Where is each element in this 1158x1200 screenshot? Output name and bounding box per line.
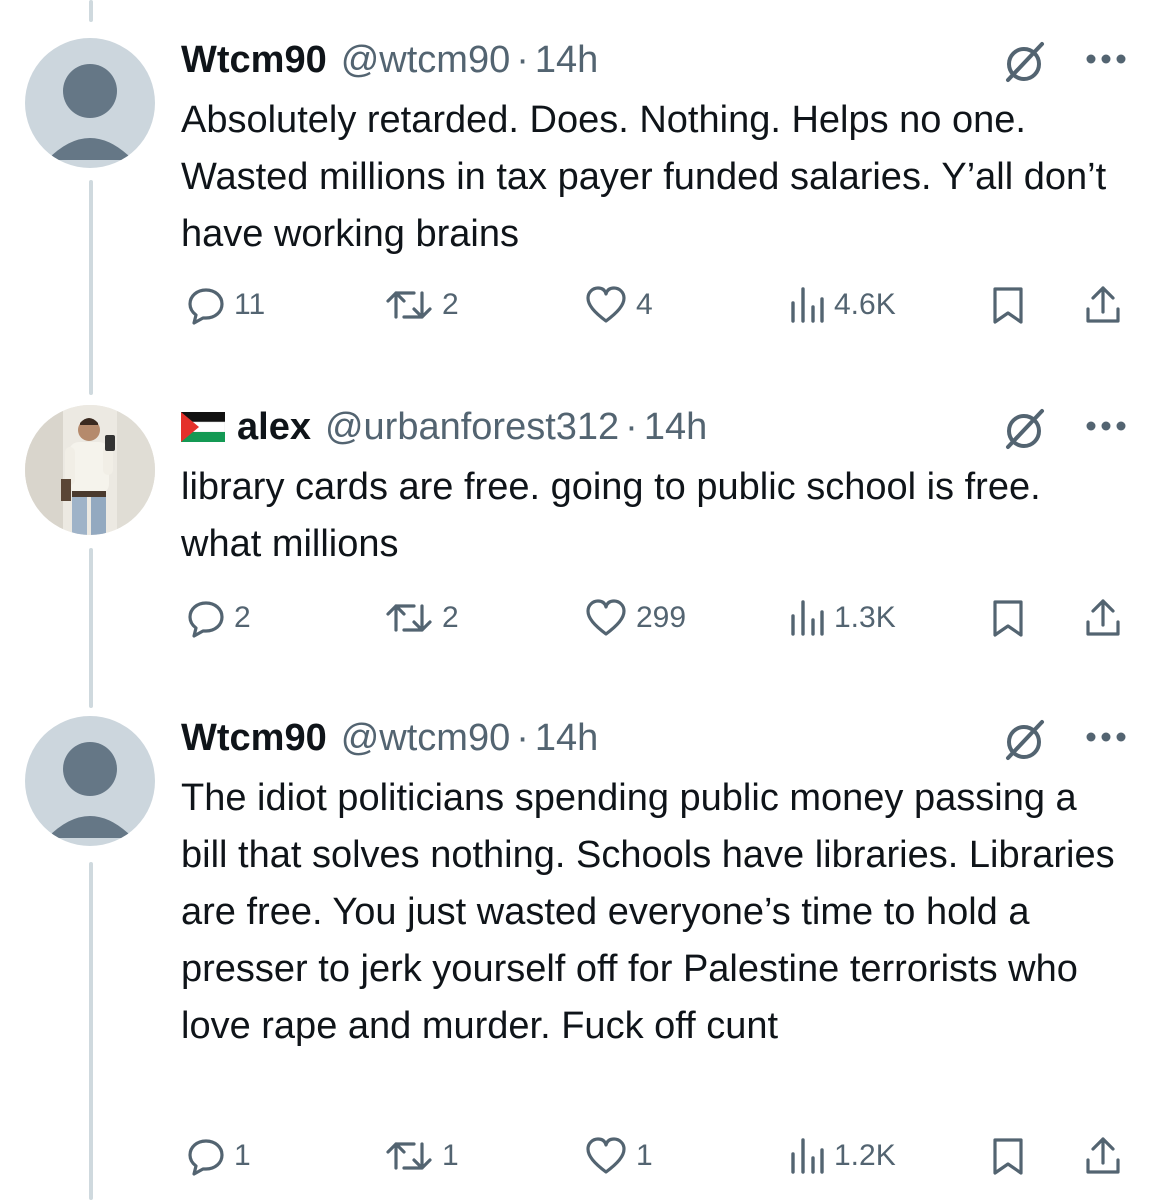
handle[interactable]: @wtcm90 — [341, 717, 511, 760]
tweet[interactable]: Wtcm90 @wtcm90 · 14h The idiot politicia… — [0, 716, 1158, 1200]
share-button[interactable] — [1083, 285, 1123, 325]
palestine-flag-icon — [180, 412, 226, 442]
separator: · — [516, 38, 529, 81]
reply-count: 1 — [234, 1139, 251, 1172]
repost-icon — [386, 604, 432, 632]
timestamp[interactable]: 14h — [535, 717, 598, 760]
more-icon[interactable] — [1085, 52, 1127, 66]
more-icon[interactable] — [1085, 419, 1127, 433]
more-icon[interactable] — [1085, 730, 1127, 744]
reply-icon — [188, 288, 224, 325]
like-button[interactable]: 299 — [584, 598, 686, 638]
avatar[interactable] — [25, 405, 155, 535]
views-icon — [791, 600, 824, 636]
heart-icon — [586, 286, 626, 323]
tweet-header: Wtcm90 @wtcm90 · 14h — [181, 716, 598, 760]
tweet[interactable]: alex @urbanforest312 · 14h library cards… — [0, 405, 1158, 655]
reply-count: 2 — [234, 601, 251, 634]
like-count: 1 — [636, 1139, 653, 1172]
views-button[interactable]: 4.6K — [788, 285, 896, 325]
display-name[interactable]: Wtcm90 — [181, 717, 327, 760]
reply-icon — [188, 1139, 224, 1176]
display-name[interactable]: alex — [237, 406, 311, 449]
avatar[interactable] — [25, 716, 155, 846]
repost-count: 2 — [442, 288, 459, 321]
views-icon — [791, 287, 824, 323]
bookmark-icon — [993, 600, 1023, 637]
action-bar: 2 2 299 1.3K — [0, 598, 1158, 638]
handle[interactable]: @wtcm90 — [341, 39, 511, 82]
profile-photo — [25, 405, 155, 535]
timestamp[interactable]: 14h — [535, 39, 598, 82]
share-icon — [1086, 286, 1120, 323]
share-button[interactable] — [1083, 598, 1123, 638]
tweet-text: library cards are free. going to public … — [181, 466, 1041, 565]
grok-icon[interactable] — [1002, 407, 1046, 451]
tweet[interactable]: Wtcm90 @wtcm90 · 14h Absolutely retarded… — [0, 38, 1158, 338]
share-icon — [1086, 1137, 1120, 1174]
separator: · — [516, 716, 529, 759]
like-button[interactable]: 1 — [584, 1136, 653, 1176]
default-avatar-icon — [47, 742, 133, 838]
reply-button[interactable]: 2 — [186, 598, 251, 638]
repost-button[interactable]: 2 — [384, 598, 459, 638]
tweet-text: The idiot politicians spending public mo… — [181, 777, 1115, 1047]
timestamp[interactable]: 14h — [644, 406, 707, 449]
default-avatar-icon — [47, 64, 133, 160]
thread-line — [89, 0, 93, 22]
view-count: 4.6K — [834, 288, 896, 321]
views-button[interactable]: 1.2K — [788, 1136, 896, 1176]
repost-button[interactable]: 1 — [384, 1136, 459, 1176]
share-button[interactable] — [1083, 1136, 1123, 1176]
handle[interactable]: @urbanforest312 — [325, 406, 619, 449]
views-button[interactable]: 1.3K — [788, 598, 896, 638]
view-count: 1.3K — [834, 601, 896, 634]
heart-icon — [586, 599, 626, 636]
reply-count: 11 — [234, 288, 266, 321]
avatar[interactable] — [25, 38, 155, 168]
reply-icon — [188, 601, 224, 638]
views-icon — [791, 1138, 824, 1174]
repost-button[interactable]: 2 — [384, 285, 459, 325]
repost-count: 1 — [442, 1139, 459, 1172]
like-count: 4 — [636, 288, 653, 321]
repost-count: 2 — [442, 601, 459, 634]
action-bar: 1 1 1 1.2K — [0, 1136, 1158, 1176]
tweet-text: Absolutely retarded. Does. Nothing. Help… — [181, 99, 1107, 255]
like-button[interactable]: 4 — [584, 285, 653, 325]
reply-button[interactable]: 11 — [186, 285, 265, 325]
bookmark-button[interactable] — [988, 1136, 1028, 1176]
action-bar: 11 2 4 4.6K — [0, 285, 1158, 325]
bookmark-icon — [993, 287, 1023, 324]
separator: · — [625, 405, 638, 448]
share-icon — [1086, 599, 1120, 636]
grok-icon[interactable] — [1002, 40, 1046, 84]
bookmark-button[interactable] — [988, 285, 1028, 325]
display-name[interactable]: Wtcm90 — [181, 39, 327, 82]
view-count: 1.2K — [834, 1139, 896, 1172]
repost-icon — [386, 1142, 432, 1170]
like-count: 299 — [636, 601, 687, 634]
tweet-header: alex @urbanforest312 · 14h — [180, 405, 707, 449]
heart-icon — [586, 1137, 626, 1174]
repost-icon — [386, 291, 432, 319]
grok-icon[interactable] — [1002, 718, 1046, 762]
bookmark-button[interactable] — [988, 598, 1028, 638]
bookmark-icon — [993, 1138, 1023, 1175]
tweet-header: Wtcm90 @wtcm90 · 14h — [181, 38, 598, 82]
reply-button[interactable]: 1 — [186, 1136, 251, 1176]
